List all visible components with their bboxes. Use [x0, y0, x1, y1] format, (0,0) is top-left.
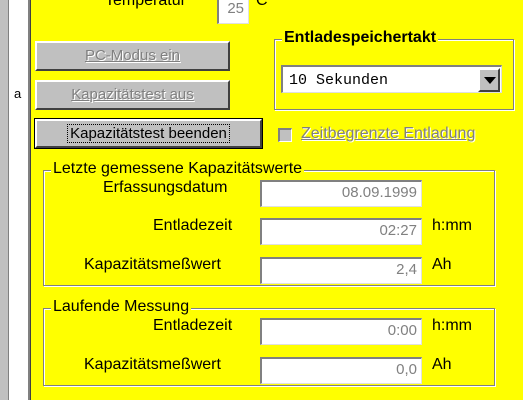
running-capacity-field: 0,0 [260, 357, 422, 384]
running-discharge-time-unit: h:mm [432, 317, 472, 334]
temperature-label: Temperatur [105, 0, 186, 9]
running-capacity-value: 0,0 [396, 361, 417, 378]
left-panel: a [0, 0, 28, 400]
capacity-test-end-button[interactable]: Kapazitätstest beenden [34, 118, 263, 149]
running-capacity-unit: Ah [432, 356, 452, 373]
pc-mode-button[interactable]: PC-Modus ein [35, 41, 230, 71]
running-discharge-time-label: Entladezeit [153, 317, 233, 334]
discharge-clock-value: 10 Sekunden [289, 72, 389, 89]
bottom-edge [0, 400, 523, 414]
running-discharge-time-value: 0:00 [387, 322, 417, 339]
capacity-label: Kapazitätsmeßwert [84, 256, 221, 273]
running-capacity-label: Kapazitätsmeßwert [84, 356, 221, 373]
capture-date-label: Erfassungsdatum [103, 179, 228, 196]
capture-date-value: 08.09.1999 [341, 184, 417, 201]
capacity-field: 2,4 [260, 257, 422, 284]
temperature-value: 25 [227, 0, 244, 17]
discharge-time-label: Entladezeit [153, 217, 233, 234]
timed-discharge-checkbox[interactable] [278, 128, 292, 142]
left-scroll-strip [0, 0, 9, 400]
capacity-unit: Ah [432, 256, 452, 273]
discharge-time-value: 02:27 [379, 222, 417, 239]
left-text-fragment: a [14, 86, 22, 101]
dropdown-button[interactable] [478, 68, 500, 92]
pc-mode-button-label: PC-Modus ein [84, 47, 181, 64]
discharge-time-unit: h:mm [432, 217, 472, 234]
timed-discharge-label-text: Zeitbegrenzte Entladung [301, 125, 476, 142]
timed-discharge-label: Zeitbegrenzte Entladung [301, 125, 475, 143]
running-discharge-time-field: 0:00 [260, 318, 422, 345]
temperature-field: 25 [217, 0, 249, 24]
chevron-down-icon [484, 77, 496, 84]
discharge-clock-title: Entladespeichertakt [282, 29, 439, 47]
capture-date-field: 08.09.1999 [260, 180, 422, 207]
temperature-unit: C [256, 0, 268, 9]
capacity-value: 2,4 [396, 261, 417, 278]
running-measurement-title: Laufende Messung [51, 298, 192, 316]
discharge-time-field: 02:27 [260, 218, 422, 245]
capacity-test-off-button[interactable]: Kapazitätstest aus [35, 80, 230, 110]
last-measured-title: Letzte gemessene Kapazitätswerte [51, 160, 305, 178]
settings-panel: Temperatur 25 C PC-Modus ein Kapazitätst… [31, 0, 523, 400]
capacity-test-off-label: Kapazitätstest aus [71, 86, 194, 103]
capacity-test-end-label: Kapazitätstest beenden [67, 124, 230, 143]
discharge-clock-select[interactable]: 10 Sekunden [281, 65, 502, 93]
